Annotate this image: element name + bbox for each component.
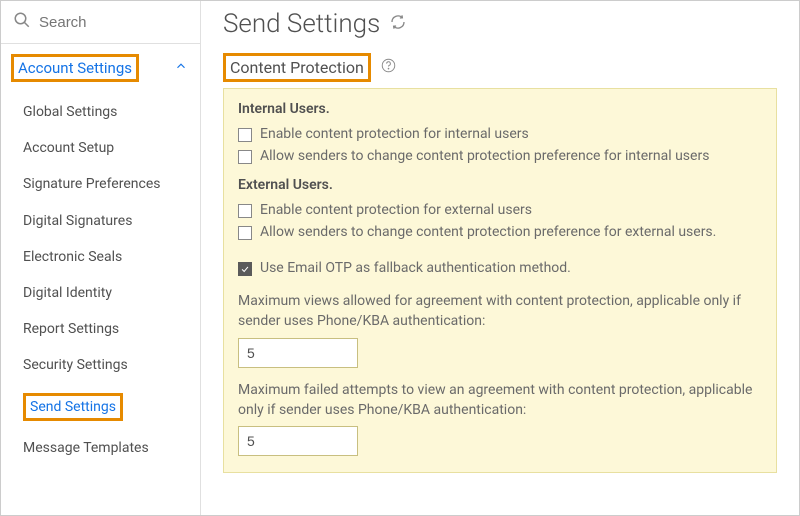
sidebar-item-label: Security Settings [23, 357, 128, 373]
sidebar: Account Settings Global Settings Account… [1, 1, 201, 515]
max-failed-input[interactable] [238, 426, 358, 456]
max-views-label: Maximum views allowed for agreement with… [238, 291, 762, 332]
refresh-icon[interactable] [390, 14, 406, 34]
sidebar-item-electronic-seals[interactable]: Electronic Seals [1, 239, 200, 275]
sidebar-item-label: Signature Preferences [23, 176, 160, 192]
checkbox-row-email-otp: Use Email OTP as fallback authentication… [238, 257, 762, 279]
sidebar-item-signature-preferences[interactable]: Signature Preferences [1, 166, 200, 202]
section-header: Content Protection [223, 53, 777, 82]
sidebar-item-label: Report Settings [23, 321, 119, 337]
page-title-row: Send Settings [223, 9, 777, 39]
checkbox-label: Allow senders to change content protecti… [260, 224, 716, 240]
checkbox-label: Enable content protection for external u… [260, 202, 532, 218]
sidebar-group-account-settings[interactable]: Account Settings [1, 44, 200, 92]
sidebar-item-account-setup[interactable]: Account Setup [1, 130, 200, 166]
sidebar-item-global-settings[interactable]: Global Settings [1, 94, 200, 130]
sidebar-item-label: Digital Signatures [23, 213, 132, 229]
max-views-input[interactable] [238, 338, 358, 368]
sidebar-item-security-settings[interactable]: Security Settings [1, 347, 200, 383]
page-title: Send Settings [223, 9, 380, 39]
sidebar-item-report-settings[interactable]: Report Settings [1, 311, 200, 347]
checkbox-enable-internal[interactable] [238, 128, 252, 142]
external-users-label: External Users. [238, 177, 762, 193]
search-icon [13, 11, 31, 33]
sidebar-group-label: Account Settings [11, 54, 139, 82]
content-protection-panel: Internal Users. Enable content protectio… [223, 88, 777, 473]
help-icon[interactable] [381, 58, 396, 77]
sidebar-item-label: Digital Identity [23, 285, 112, 301]
main-content: Send Settings Content Protection Interna… [201, 1, 799, 515]
sidebar-items: Global Settings Account Setup Signature … [1, 92, 200, 468]
sidebar-item-message-templates[interactable]: Message Templates [1, 430, 200, 466]
checkbox-row-allow-external: Allow senders to change content protecti… [238, 221, 762, 243]
sidebar-item-digital-signatures[interactable]: Digital Signatures [1, 203, 200, 239]
checkbox-label: Use Email OTP as fallback authentication… [260, 260, 571, 276]
checkbox-row-enable-internal: Enable content protection for internal u… [238, 123, 762, 145]
max-failed-label: Maximum failed attempts to view an agree… [238, 380, 762, 421]
sidebar-item-label: Message Templates [23, 440, 149, 456]
internal-users-label: Internal Users. [238, 101, 762, 117]
checkbox-label: Allow senders to change content protecti… [260, 148, 709, 164]
checkbox-allow-internal[interactable] [238, 150, 252, 164]
search-row [1, 1, 200, 44]
sidebar-item-label: Account Setup [23, 140, 114, 156]
checkbox-label: Enable content protection for internal u… [260, 126, 529, 142]
checkbox-allow-external[interactable] [238, 226, 252, 240]
sidebar-item-digital-identity[interactable]: Digital Identity [1, 275, 200, 311]
search-input[interactable] [39, 14, 188, 31]
checkbox-row-allow-internal: Allow senders to change content protecti… [238, 145, 762, 167]
sidebar-item-label: Electronic Seals [23, 249, 122, 265]
chevron-up-icon [174, 59, 188, 77]
sidebar-item-send-settings[interactable]: Send Settings [1, 384, 200, 430]
sidebar-item-label: Send Settings [23, 393, 123, 421]
checkbox-email-otp[interactable] [238, 262, 252, 276]
checkbox-enable-external[interactable] [238, 204, 252, 218]
checkbox-row-enable-external: Enable content protection for external u… [238, 199, 762, 221]
section-title: Content Protection [223, 53, 371, 82]
sidebar-item-label: Global Settings [23, 104, 117, 120]
